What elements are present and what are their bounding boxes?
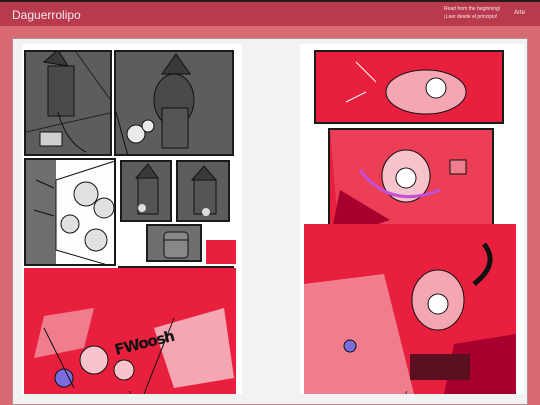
page-number-right: 4 xyxy=(404,390,408,394)
read-from-beginning-english[interactable]: Read from the beginning/ xyxy=(444,5,500,13)
top-crash-illustration xyxy=(316,52,502,122)
panel-witch-mirror xyxy=(114,50,234,156)
top-navigation-bar: Daguerrolipo Read from the beginning/ ¡L… xyxy=(0,0,540,26)
comic-page-right[interactable]: 4 xyxy=(300,44,524,394)
read-from-beginning-link[interactable]: Read from the beginning/ ¡Leer desde el … xyxy=(444,5,500,21)
fwoosh-splash-illustration xyxy=(24,302,236,394)
witch-mirror-illustration xyxy=(116,53,195,154)
panel-fwoosh-splash: FWoosh xyxy=(24,268,236,394)
panel-skeleton-splash xyxy=(24,158,116,266)
page-number-left: 3 xyxy=(128,390,132,394)
witch-window-illustration xyxy=(26,52,110,153)
panel-red-accent xyxy=(206,240,236,264)
panel-witch-window xyxy=(24,50,112,156)
skeleton-splash-illustration xyxy=(26,160,114,264)
jar-illustration xyxy=(163,231,189,259)
panel-jar xyxy=(146,224,202,262)
panel-top-crash xyxy=(314,50,504,124)
panel-witch-closeup-1 xyxy=(120,160,172,222)
witch-closeup-2-illustration xyxy=(190,165,218,216)
witch-closeup-1-illustration xyxy=(134,163,159,215)
comic-page-left[interactable]: FWoosh 3 xyxy=(22,44,242,394)
panel-witch-closeup-2 xyxy=(176,160,230,222)
read-from-beginning-spanish[interactable]: ¡Leer desde el principio! xyxy=(444,13,500,21)
site-title-link[interactable]: Daguerrolipo xyxy=(12,8,81,22)
arte-link[interactable]: Arte xyxy=(514,10,525,16)
bottom-skeleton-dive-illustration xyxy=(304,224,516,394)
panel-bottom-skeleton-dive xyxy=(304,224,516,394)
